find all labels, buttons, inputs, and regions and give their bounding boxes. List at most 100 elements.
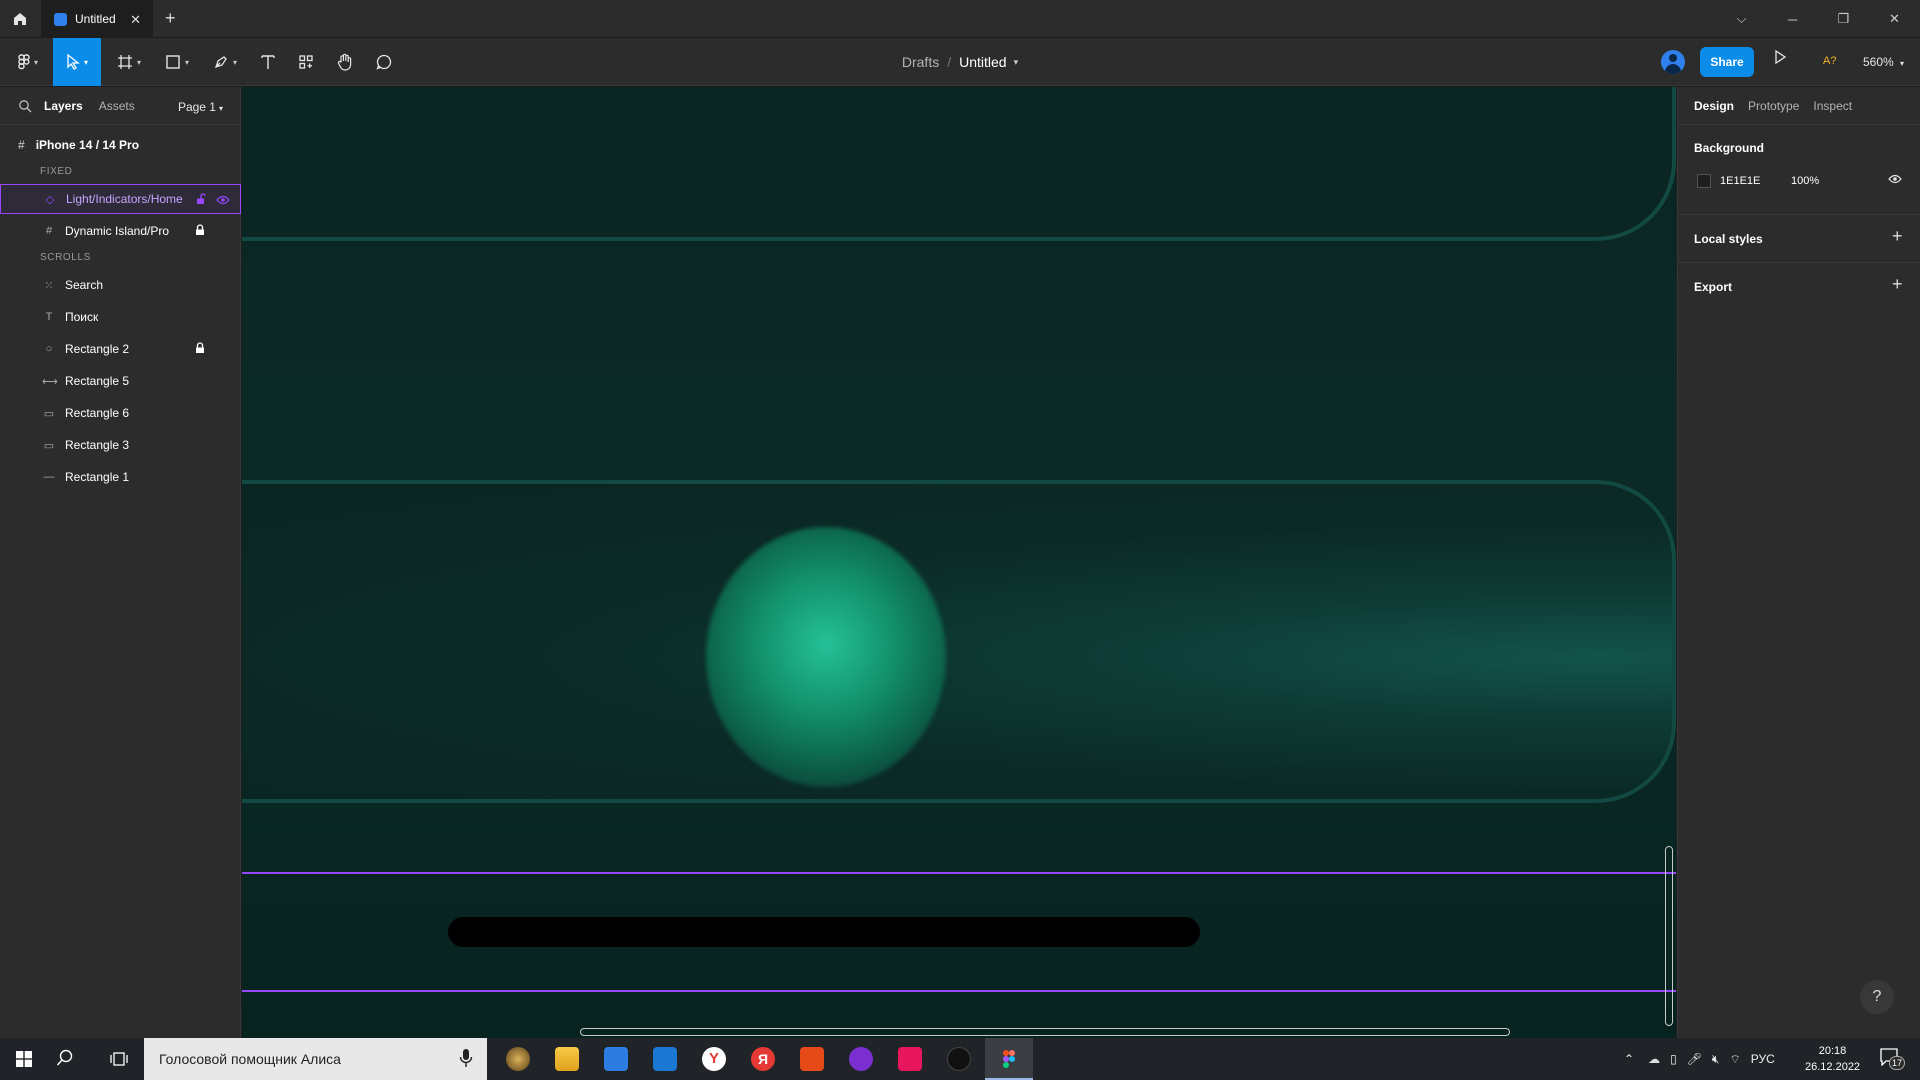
page-selector[interactable]: Page 1 ▾ (178, 100, 223, 114)
help-button[interactable]: ? (1860, 980, 1894, 1014)
taskbar-search-input[interactable]: Голосовой помощник Алиса (144, 1038, 487, 1080)
layer-row[interactable]: ▭ Rectangle 3 (0, 430, 241, 460)
background-opacity[interactable]: 100% (1791, 175, 1819, 187)
horizontal-scrollbar[interactable] (580, 1028, 1510, 1036)
layer-row[interactable]: ⟷ Rectangle 5 (0, 366, 241, 396)
layer-row[interactable]: # Dynamic Island/Pro (0, 216, 241, 246)
language-indicator[interactable]: РУС (1751, 1052, 1775, 1066)
add-style-plus-icon[interactable]: + (1892, 226, 1903, 247)
office-icon[interactable] (800, 1047, 824, 1071)
line-icon: — (43, 471, 55, 483)
present-button[interactable] (1773, 49, 1787, 70)
comment-tool-button[interactable] (368, 38, 400, 86)
tab-assets[interactable]: Assets (99, 99, 135, 113)
microphone-icon[interactable] (459, 1048, 473, 1071)
taskbar-app-icon[interactable] (506, 1047, 530, 1071)
tab-layers[interactable]: Layers (44, 99, 83, 113)
task-view-icon[interactable] (110, 1050, 128, 1073)
home-indicator-bar[interactable] (448, 917, 1200, 947)
frame-icon (117, 55, 132, 69)
share-button[interactable]: Share (1700, 47, 1754, 77)
rectangle-shape[interactable] (242, 480, 1676, 803)
main-menu-button[interactable]: ▾ (8, 38, 48, 86)
layer-name: Rectangle 5 (65, 374, 130, 388)
resources-tool-button[interactable] (290, 38, 322, 86)
tab-title: Untitled (75, 12, 116, 26)
tab-inspect[interactable]: Inspect (1813, 99, 1852, 113)
close-window-button[interactable]: ✕ (1869, 0, 1920, 38)
layer-row[interactable]: ◇ Light/Indicators/Home (0, 184, 241, 214)
lock-icon[interactable] (195, 342, 205, 357)
start-button[interactable] (0, 1038, 48, 1080)
hand-tool-button[interactable] (328, 38, 362, 86)
chevron-up-icon[interactable]: ⌃ (1624, 1052, 1634, 1066)
frame-tool-button[interactable]: ▾ (110, 38, 148, 86)
breadcrumb-separator: / (947, 54, 952, 70)
minimize-button[interactable]: ─ (1767, 0, 1818, 38)
lock-icon[interactable] (195, 224, 205, 239)
microphone-icon[interactable]: 🎤︎ (1687, 1052, 1702, 1066)
rectangle-icon (166, 55, 180, 69)
background-fill-row[interactable]: 1E1E1E 100% (1678, 165, 1920, 197)
zoom-dropdown[interactable]: 560% ▾ (1863, 55, 1904, 69)
tab-design[interactable]: Design (1694, 99, 1734, 113)
taskbar-search-placeholder: Голосовой помощник Алиса (159, 1051, 341, 1067)
tab-prototype[interactable]: Prototype (1748, 99, 1799, 113)
search-icon[interactable] (18, 99, 32, 113)
browser-tab[interactable]: Untitled ✕ (41, 0, 153, 38)
home-button[interactable] (0, 0, 40, 38)
layer-name: Поиск (65, 310, 99, 324)
yandex-icon[interactable]: Я (751, 1047, 775, 1071)
layer-row[interactable]: ○ Rectangle 2 (0, 334, 241, 364)
figma-logo-icon (1003, 1050, 1015, 1068)
avatar[interactable] (1661, 50, 1685, 74)
eye-icon[interactable] (1888, 174, 1902, 187)
notifications-button[interactable]: 17 (1880, 1048, 1905, 1071)
mail-icon[interactable] (653, 1047, 677, 1071)
accessibility-check-button[interactable]: A? (1823, 55, 1836, 67)
pen-tool-button[interactable]: ▾ (206, 38, 244, 86)
move-tool-button[interactable]: ▾ (53, 38, 101, 86)
figma-taskbar-button[interactable] (985, 1038, 1033, 1080)
dotted-frame-icon: ⁙ (44, 279, 54, 292)
add-export-plus-icon[interactable]: + (1892, 274, 1903, 295)
speaker-muted-icon[interactable]: 🔇︎ (1712, 1052, 1720, 1067)
microsoft-store-icon[interactable] (604, 1047, 628, 1071)
close-tab-icon[interactable]: ✕ (130, 12, 141, 28)
design-canvas[interactable] (242, 87, 1676, 1038)
chevron-down-icon[interactable]: ▾ (1014, 57, 1019, 68)
background-hex[interactable]: 1E1E1E (1720, 175, 1760, 187)
podcast-app-icon[interactable] (849, 1047, 873, 1071)
layer-frame-iphone[interactable]: # iPhone 14 / 14 Pro (0, 131, 241, 159)
ivi-app-icon[interactable] (898, 1047, 922, 1071)
taskbar-app-icon[interactable] (947, 1047, 971, 1071)
restore-button[interactable]: ❐ (1818, 0, 1869, 38)
eye-icon[interactable] (216, 194, 230, 208)
file-title[interactable]: Untitled (959, 54, 1006, 70)
yandex-browser-icon[interactable]: Y (702, 1047, 726, 1071)
vertical-scrollbar[interactable] (1665, 846, 1673, 1026)
rectangle-icon: ▭ (43, 407, 55, 420)
text-tool-button[interactable] (252, 38, 284, 86)
search-icon[interactable] (56, 1049, 74, 1072)
wifi-icon[interactable]: ⌔ (1729, 1052, 1740, 1067)
clock[interactable]: 20:18 26.12.2022 (1805, 1043, 1860, 1075)
tab-list-chevron-icon[interactable]: ⌵ (1716, 0, 1767, 38)
new-tab-button[interactable]: + (165, 8, 176, 29)
windows-taskbar: Голосовой помощник Алиса Y Я ⌃ ☁ ▯ 🎤︎ 🔇︎… (0, 1038, 1920, 1080)
onedrive-icon[interactable]: ☁ (1648, 1052, 1660, 1066)
figma-logo-icon (18, 54, 30, 70)
battery-icon[interactable]: ▯ (1670, 1052, 1677, 1066)
search-bar-shape[interactable] (242, 87, 1676, 241)
chevron-down-icon: ▾ (218, 104, 223, 113)
breadcrumb-drafts[interactable]: Drafts (902, 54, 939, 70)
shape-tool-button[interactable]: ▾ (158, 38, 196, 86)
layer-row[interactable]: T Поиск (0, 302, 241, 332)
unlock-icon[interactable] (196, 193, 206, 208)
color-swatch[interactable] (1697, 174, 1711, 188)
layer-row[interactable]: — Rectangle 1 (0, 462, 241, 492)
file-explorer-icon[interactable] (555, 1047, 579, 1071)
layer-row[interactable]: ▭ Rectangle 6 (0, 398, 241, 428)
layer-row[interactable]: ⁙ Search (0, 270, 241, 300)
glow-orb-shape[interactable] (706, 527, 946, 787)
